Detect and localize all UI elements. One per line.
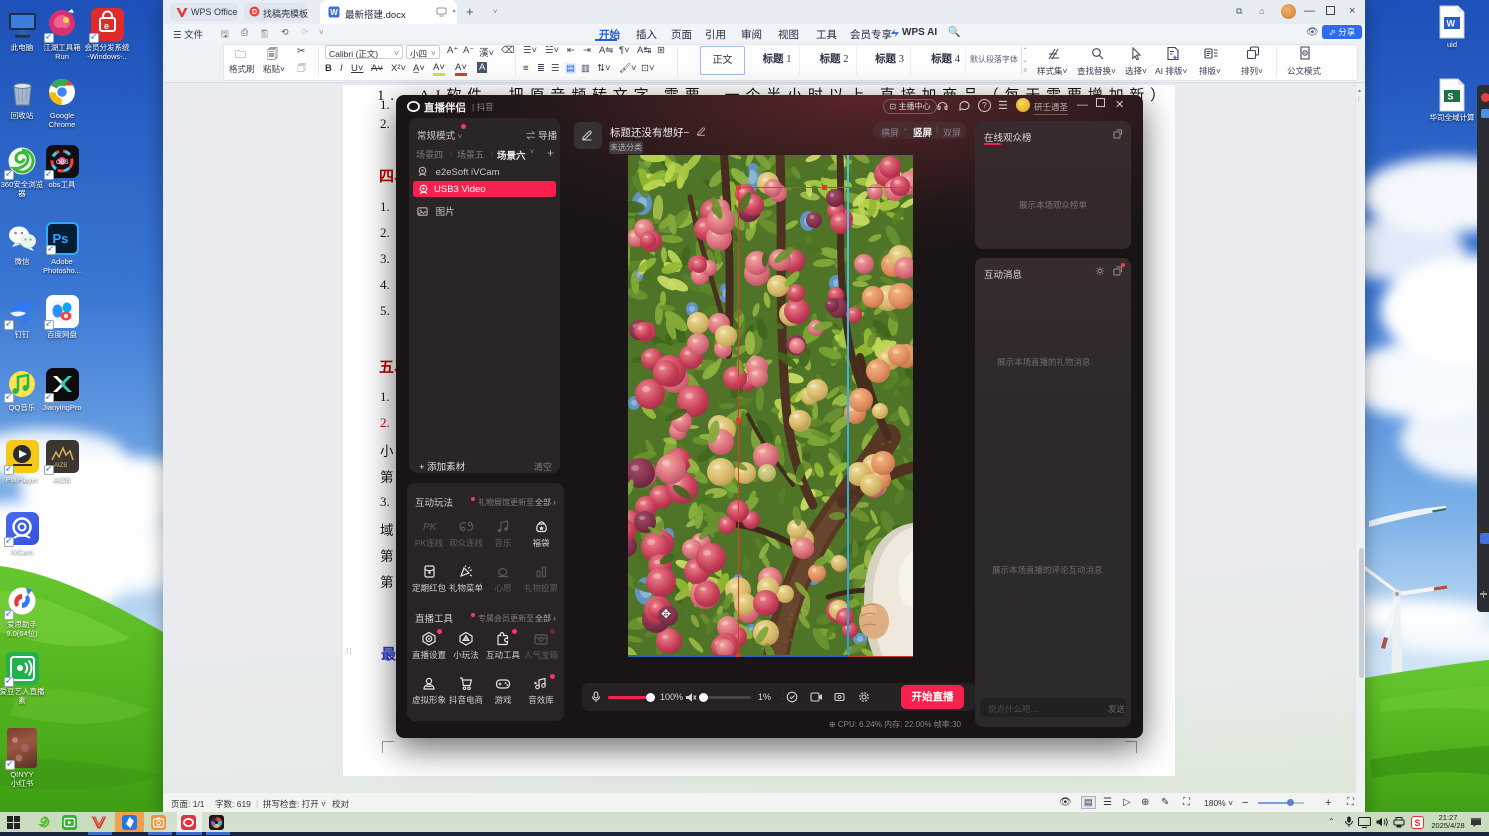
svg-text:W: W bbox=[1447, 19, 1456, 29]
svg-text:OBS: OBS bbox=[56, 160, 69, 166]
svg-text:W: W bbox=[330, 8, 338, 17]
svg-text:e: e bbox=[104, 21, 109, 31]
svg-text:AIZB: AIZB bbox=[54, 463, 67, 469]
svg-text:PK: PK bbox=[423, 522, 437, 533]
svg-text:D: D bbox=[252, 9, 257, 16]
svg-text:S: S bbox=[1448, 92, 1454, 102]
